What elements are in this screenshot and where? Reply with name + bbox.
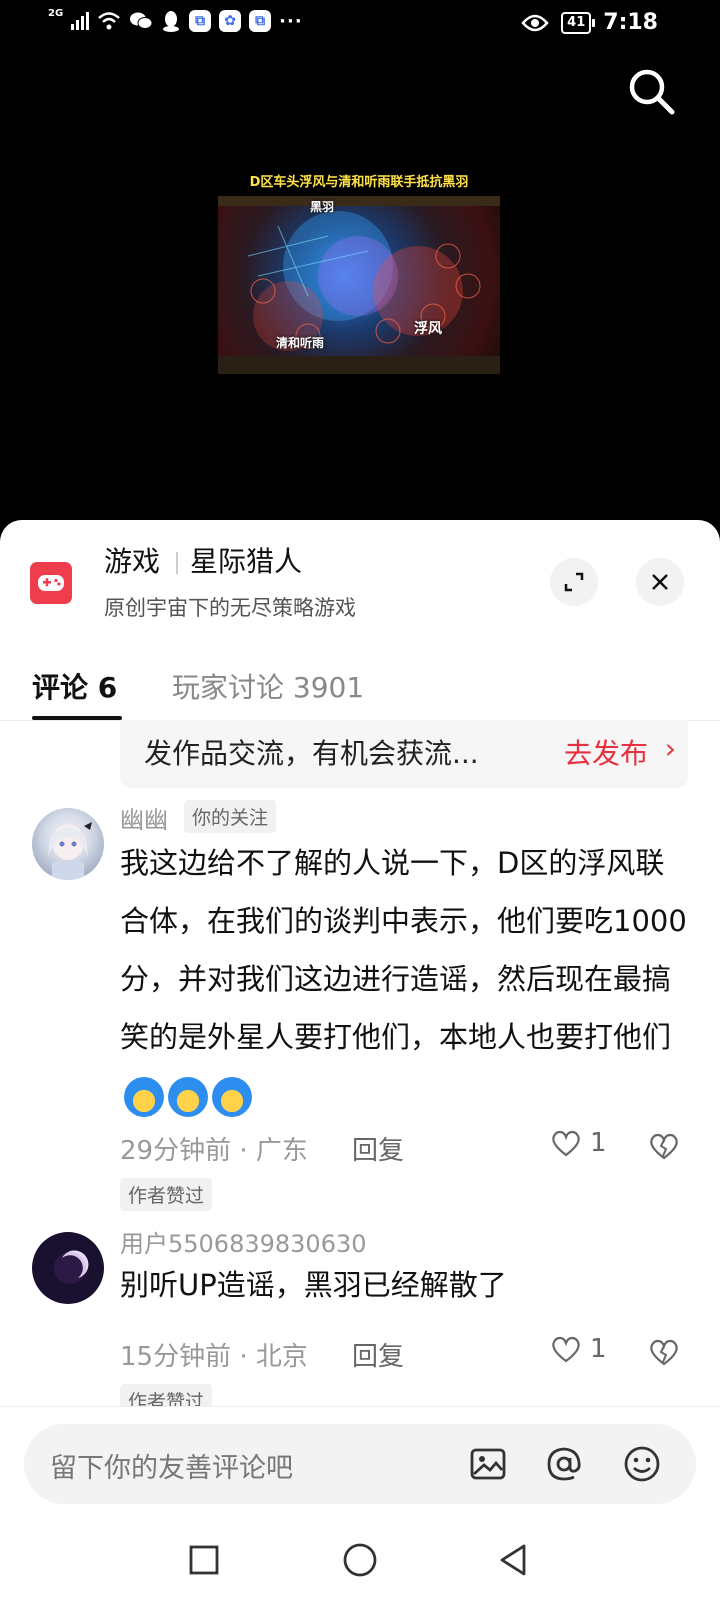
qq-icon: [163, 11, 180, 32]
emoji-button[interactable]: [622, 1444, 662, 1484]
wifi-icon: [98, 12, 121, 30]
game-name[interactable]: 星际猎人: [190, 540, 302, 580]
square-icon: [189, 1545, 219, 1575]
publish-banner[interactable]: 发作品交流，有机会获流... 去发布 ›: [120, 720, 688, 788]
video-frame: 黑羽 清和听雨 浮风: [218, 196, 500, 374]
close-icon: [652, 574, 668, 590]
recents-button[interactable]: [184, 1540, 224, 1580]
comment-input-placeholder[interactable]: 留下你的友善评论吧: [50, 1446, 293, 1485]
broken-heart-icon: [650, 1133, 678, 1160]
reply-button[interactable]: 回复: [352, 1130, 404, 1167]
game-map-image: [218, 196, 500, 374]
network-type: 2G: [48, 7, 64, 19]
circle-icon: [343, 1543, 377, 1577]
battery-level: 41: [567, 14, 586, 30]
tab-comments[interactable]: 评论 6: [32, 666, 117, 706]
like-count: 1: [590, 1128, 607, 1158]
video-player[interactable]: D区车头浮风与清和听雨联手抵抗黑羽 黑羽 清和听雨 浮风: [218, 170, 500, 374]
image-button[interactable]: [468, 1444, 508, 1484]
signal-icon: [71, 12, 90, 30]
expand-button[interactable]: [550, 558, 598, 606]
home-button[interactable]: [340, 1540, 380, 1580]
chevron-right-icon: ›: [664, 732, 676, 765]
app-notification-icon: ⧉: [189, 10, 212, 32]
emoji-icon: [168, 1077, 208, 1117]
comment-meta: 15分钟前 · 北京: [120, 1342, 308, 1372]
back-button[interactable]: [494, 1540, 534, 1580]
divider: [176, 552, 178, 574]
emoji-icon: [212, 1077, 252, 1117]
video-label-left: 清和听雨: [276, 336, 325, 350]
heart-icon: [552, 1336, 580, 1363]
smiley-icon: [624, 1446, 660, 1482]
avatar[interactable]: [32, 1232, 104, 1304]
tab-discussion[interactable]: 玩家讨论 3901: [172, 666, 364, 706]
comment-username[interactable]: 幽幽: [120, 800, 168, 835]
video-caption: D区车头浮风与清和听雨联手抵抗黑羽: [249, 175, 469, 190]
video-label-top: 黑羽: [310, 200, 335, 214]
at-icon: [547, 1447, 581, 1481]
status-bar: 2G ⧉ ✿ ⧉ ··· 41 7:18: [0, 0, 720, 48]
close-button[interactable]: [636, 558, 684, 606]
comment-text-body: 我这边给不了解的人说一下，D区的浮风联合体，在我们的谈判中表示，他们要吃1000…: [120, 846, 687, 1054]
app-notification-icon: ⧉: [249, 10, 272, 32]
comment-meta: 29分钟前 · 广东: [120, 1136, 308, 1166]
like-button[interactable]: 1: [550, 1128, 607, 1158]
expand-icon: [564, 572, 584, 592]
search-button[interactable]: [626, 66, 678, 118]
like-button[interactable]: 1: [550, 1334, 607, 1364]
reply-button[interactable]: 回复: [352, 1336, 404, 1373]
battery-icon: 41: [561, 11, 596, 34]
comment-text: 别听UP造谣，黑羽已经解散了: [120, 1268, 507, 1302]
more-notifications-icon: ···: [279, 10, 303, 32]
avatar[interactable]: [32, 808, 104, 880]
gamepad-icon[interactable]: [30, 562, 72, 604]
broken-heart-icon: [650, 1339, 678, 1366]
like-count: 1: [590, 1334, 607, 1364]
video-label-right: 浮风: [414, 321, 442, 337]
wechat-icon: [130, 12, 153, 29]
comment-input[interactable]: 留下你的友善评论吧: [24, 1424, 696, 1504]
following-badge: 你的关注: [184, 800, 277, 833]
comment-text: 我这边给不了解的人说一下，D区的浮风联合体，在我们的谈判中表示，他们要吃1000…: [120, 834, 690, 1124]
author-liked-tag: 作者赞过: [120, 1178, 213, 1211]
banner-text: 发作品交流，有机会获流...: [144, 737, 479, 770]
game-category[interactable]: 游戏: [104, 540, 160, 580]
search-icon: [629, 69, 675, 115]
heart-icon: [552, 1130, 580, 1157]
image-icon: [470, 1448, 506, 1480]
clock: 7:18: [603, 10, 658, 35]
comment-username[interactable]: 用户5506839830630: [120, 1224, 367, 1259]
back-triangle-icon: [500, 1544, 526, 1576]
dislike-button[interactable]: [648, 1336, 680, 1368]
emoji-icon: [124, 1077, 164, 1117]
baidu-icon: ✿: [219, 10, 242, 32]
publish-link[interactable]: 去发布: [564, 732, 648, 772]
eye-icon: [521, 14, 549, 31]
game-subtitle: 原创宇宙下的无尽策略游戏: [104, 596, 356, 620]
mention-button[interactable]: [544, 1444, 584, 1484]
dislike-button[interactable]: [648, 1130, 680, 1162]
